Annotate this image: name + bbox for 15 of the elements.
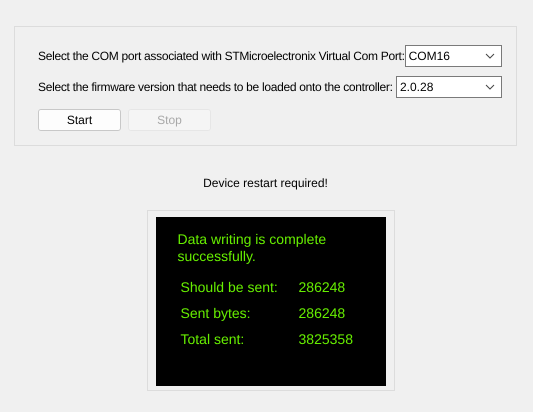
console-status: Data writing is complete successfully. — [178, 231, 328, 265]
field-label: Select the firmware version that needs to be loaded onto the controller: — [38, 80, 393, 94]
dropdown[interactable]: COM16 — [404, 45, 502, 67]
stat-value: 3825358 — [298, 331, 354, 347]
stat-label: Should be sent: — [180, 279, 279, 295]
chevron-down-icon — [485, 53, 495, 59]
stat-value: 286248 — [298, 279, 346, 295]
status-message: Device restart required! — [203, 176, 328, 190]
chevron-down-icon — [485, 84, 495, 90]
field-label: Select the COM port associated with STMicroelectronix Virtual Com Port: — [38, 49, 405, 63]
stat-label: Sent bytes: — [180, 305, 252, 321]
dropdown[interactable]: 2.0.28 — [396, 76, 502, 98]
stat-label: Total sent: — [180, 331, 246, 347]
stat-value: 286248 — [298, 305, 346, 321]
action-button[interactable]: Start — [38, 109, 121, 131]
